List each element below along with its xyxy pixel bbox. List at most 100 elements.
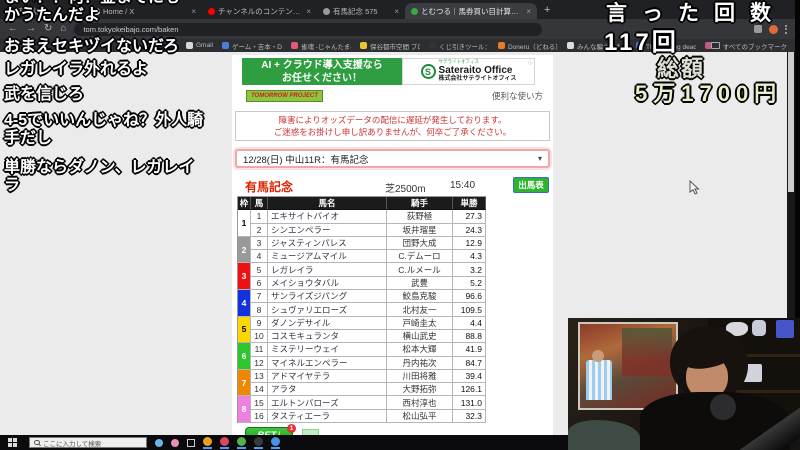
chevron-down-icon: ▾ bbox=[537, 154, 542, 163]
horse-number-cell: 7 bbox=[251, 290, 268, 304]
bookmark-item[interactable]: みんな騙された半裏門 bbox=[566, 41, 627, 51]
scrollbar-thumb[interactable] bbox=[788, 52, 794, 192]
tomorrow-project-button[interactable]: TOMORROW PROJECT bbox=[246, 90, 323, 102]
jockey-cell: C.ルメール bbox=[387, 263, 453, 277]
horse-name-cell[interactable]: アドマイヤテラ bbox=[268, 369, 387, 384]
taskbar-app[interactable] bbox=[271, 436, 280, 449]
home-icon[interactable]: ⌂ bbox=[60, 24, 66, 34]
horse-name-cell[interactable]: エキサイトバイオ bbox=[268, 210, 387, 224]
tab-favicon bbox=[411, 7, 418, 15]
horse-name-cell[interactable]: サンライズジパング bbox=[268, 290, 387, 304]
horse-number-cell: 12 bbox=[251, 356, 268, 370]
bookmark-label: 雀魂 -じゃんたま-｜雀… bbox=[300, 43, 351, 51]
taskbar-app[interactable] bbox=[237, 436, 246, 449]
bookmark-favicon bbox=[428, 42, 436, 49]
address-bar[interactable]: tom.tokyokeibajo.com/baken bbox=[74, 22, 543, 36]
bookmark-item[interactable]: ゲーム・吉本・DVD・CD… bbox=[221, 41, 282, 51]
reload-icon[interactable]: ↻ bbox=[44, 24, 52, 34]
horse-name-cell[interactable]: シンエンペラー bbox=[268, 223, 387, 237]
bookmark-item[interactable]: 雀魂 -じゃんたま-｜雀… bbox=[290, 41, 351, 51]
extensions-icon[interactable] bbox=[754, 25, 762, 33]
menu-kebab-icon[interactable] bbox=[785, 24, 787, 34]
taskbar-search[interactable]: ここに入力して検索 bbox=[29, 437, 147, 448]
ad-text-box: AI + クラウド導入支援なら お任せください！ bbox=[242, 58, 402, 85]
browser-tab[interactable]: 有馬記念 575 × bbox=[317, 3, 405, 19]
bookmark-label: 保谷都市空間 プロ… bbox=[369, 43, 420, 51]
browser-tab[interactable]: チャンネルのコンテンツ - YouTube × bbox=[202, 3, 317, 19]
horse-name-cell[interactable]: アラタ bbox=[268, 383, 387, 397]
bookmark-item[interactable]: 保谷都市空間 プロ… bbox=[359, 41, 420, 51]
entry-table-button[interactable]: 出馬表 bbox=[513, 177, 549, 193]
bookmark-item[interactable]: くじ引きツール：数字〜 bbox=[428, 41, 489, 51]
notice-line1: 障害によりオッズデータの配信に遅延が発生しております。 bbox=[278, 115, 507, 125]
horse-name-cell[interactable]: シュヴァリエローズ bbox=[268, 303, 387, 317]
horse-name-cell[interactable]: マイネルエンペラー bbox=[268, 356, 387, 370]
horse-number-cell: 8 bbox=[251, 303, 268, 317]
browser-tab[interactable]: 有馬記念 × bbox=[2, 3, 87, 19]
ad-company-name: 株式会社サテライトオフィス bbox=[438, 76, 517, 83]
back-icon[interactable]: ← bbox=[8, 24, 18, 34]
tab-close-icon[interactable]: × bbox=[394, 7, 399, 16]
taskbar-app[interactable] bbox=[203, 436, 212, 449]
all-bookmarks-button[interactable]: すべてのブックマーク bbox=[710, 41, 787, 51]
race-select[interactable]: 12/28(日) 中山11R：有馬記念 ▾ bbox=[235, 149, 550, 168]
tab-title: チャンネルのコンテンツ - YouTube bbox=[218, 6, 303, 16]
browser-tab[interactable]: Home / X × bbox=[87, 3, 202, 19]
bookmark-item[interactable]: Gmail bbox=[186, 42, 213, 49]
app-icon bbox=[254, 436, 263, 446]
app-active-indicator bbox=[220, 446, 229, 449]
new-tab-button[interactable]: + bbox=[544, 5, 550, 16]
bet-count-badge: 1 bbox=[287, 424, 296, 434]
horse-name-cell[interactable]: レガレイラ bbox=[268, 263, 387, 277]
jockey-cell: 松本大輝 bbox=[387, 343, 453, 357]
col-header-jockey: 騎手 bbox=[387, 197, 453, 211]
start-button[interactable] bbox=[8, 438, 17, 447]
win-odds-cell: 27.3 bbox=[453, 210, 486, 224]
forward-icon[interactable]: → bbox=[26, 24, 36, 34]
bookmark-label: Gmail bbox=[196, 42, 213, 49]
widget-icon[interactable] bbox=[171, 438, 179, 447]
tab-list: 有馬記念 × Home / X × チャンネルのコンテンツ - YouTube … bbox=[2, 0, 537, 19]
tab-close-icon[interactable]: × bbox=[191, 7, 196, 16]
tab-close-icon[interactable]: × bbox=[306, 7, 311, 16]
tab-close-icon[interactable]: × bbox=[526, 7, 531, 16]
taskbar-app[interactable] bbox=[220, 436, 229, 449]
col-header-number: 馬 bbox=[251, 197, 268, 211]
horse-name-cell[interactable]: ダノンデサイル bbox=[268, 316, 387, 330]
jockey-cell: 武豊 bbox=[387, 276, 453, 291]
ad-info-icon[interactable]: ⓘ bbox=[528, 59, 533, 66]
jockey-cell: 大野拓弥 bbox=[387, 383, 453, 397]
poster-player-figure bbox=[586, 360, 612, 400]
horse-name-cell[interactable]: コスモキュランタ bbox=[268, 329, 387, 344]
bookmark-favicon bbox=[566, 42, 574, 49]
horse-name-cell[interactable]: メイショウタバル bbox=[268, 276, 387, 291]
col-header-frame: 枠 bbox=[238, 197, 251, 211]
jockey-cell: 坂井瑠星 bbox=[387, 223, 453, 237]
bookmark-label: みんな騙された半裏門 bbox=[576, 43, 627, 51]
ad-line2: お任せください！ bbox=[282, 73, 362, 84]
bookmark-item[interactable]: The walking dead 日… bbox=[635, 41, 696, 51]
notice-line2: ご迷惑をお掛けし申し訳ありませんが、何卒ご了承ください。 bbox=[273, 127, 512, 137]
horse-name-cell[interactable]: ミュージアムマイル bbox=[268, 250, 387, 264]
taskbar-app[interactable] bbox=[254, 436, 263, 449]
task-view-icon[interactable] bbox=[187, 438, 195, 447]
jockey-cell: 丹内祐次 bbox=[387, 356, 453, 370]
win-odds-cell: 3.2 bbox=[453, 263, 486, 277]
horse-name-cell[interactable]: タスティエーラ bbox=[268, 409, 387, 424]
widget-icon[interactable] bbox=[155, 438, 163, 447]
ad-banner[interactable]: AI + クラウド導入支援なら お任せください！ S サテライトオフィス Sat… bbox=[242, 58, 547, 85]
frame-cell: 4 bbox=[238, 290, 251, 317]
horse-name-cell[interactable]: ジャスティンパレス bbox=[268, 236, 387, 251]
bookmark-item[interactable]: Doneru（どねる） bbox=[497, 41, 558, 51]
browser-tab[interactable]: とむつる｜馬券買い目計算ツール × bbox=[405, 3, 537, 19]
usage-guide-link[interactable]: 便利な使い方 bbox=[492, 90, 543, 102]
horse-number-cell: 6 bbox=[251, 276, 268, 291]
app-active-indicator bbox=[237, 446, 246, 449]
horse-name-cell[interactable]: ミステリーウェイ bbox=[268, 343, 387, 357]
race-name: 有馬記念 bbox=[245, 180, 294, 194]
horse-name-cell[interactable]: エルトンバローズ bbox=[268, 396, 387, 410]
tab-close-icon[interactable]: × bbox=[76, 7, 81, 16]
bookmark-favicon bbox=[497, 42, 505, 49]
win-odds-cell: 41.9 bbox=[453, 343, 486, 357]
profile-avatar[interactable] bbox=[769, 24, 778, 34]
